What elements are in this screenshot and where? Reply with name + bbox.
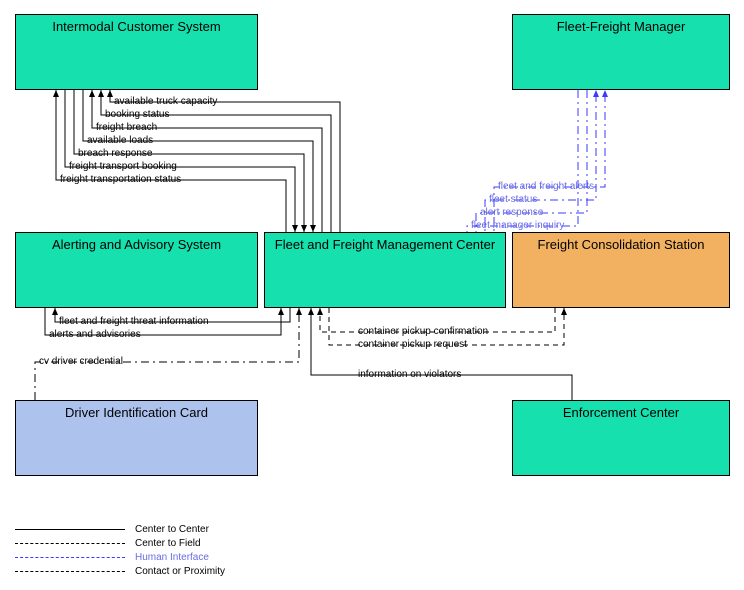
- node-driver-identification-card: Driver Identification Card: [15, 400, 258, 476]
- link-label-threat-info: fleet and freight threat information: [59, 316, 209, 327]
- node-label: Alerting and Advisory System: [52, 237, 221, 252]
- legend-line-dashdot-blue-icon: [15, 557, 125, 558]
- legend-label: Center to Center: [135, 524, 209, 535]
- node-label: Fleet and Freight Management Center: [275, 237, 495, 252]
- link-label-available-loads: available loads: [87, 135, 153, 146]
- legend-row-cp: Contact or Proximity: [15, 564, 225, 578]
- node-label: Enforcement Center: [563, 405, 679, 420]
- node-freight-consolidation-station: Freight Consolidation Station: [512, 232, 730, 308]
- legend-row-c2c: Center to Center: [15, 522, 225, 536]
- legend-label: Human Interface: [135, 552, 209, 563]
- link-label-fleet-status: fleet status: [489, 194, 537, 205]
- legend-line-dashed-icon: [15, 543, 125, 544]
- link-label-freight-breach: freight breach: [96, 122, 157, 133]
- link-label-violators: information on violators: [358, 369, 461, 380]
- link-label-alert-response: alert response: [480, 207, 543, 218]
- legend-label: Contact or Proximity: [135, 566, 225, 577]
- legend-line-dashdot-black-icon: [15, 571, 125, 572]
- node-label: Fleet-Freight Manager: [557, 19, 686, 34]
- link-label-pickup-request: container pickup request: [358, 339, 467, 350]
- link-label-pickup-confirm: container pickup confirmation: [358, 326, 488, 337]
- link-label-booking-status: booking status: [105, 109, 170, 120]
- node-label: Intermodal Customer System: [52, 19, 220, 34]
- node-fleet-freight-management-center: Fleet and Freight Management Center: [264, 232, 506, 308]
- link-label-transport-booking: freight transport booking: [69, 161, 177, 172]
- link-label-breach-response: breach response: [78, 148, 153, 159]
- node-enforcement-center: Enforcement Center: [512, 400, 730, 476]
- legend-row-hi: Human Interface: [15, 550, 225, 564]
- legend: Center to Center Center to Field Human I…: [15, 522, 225, 578]
- node-fleet-freight-manager: Fleet-Freight Manager: [512, 14, 730, 90]
- legend-line-solid-icon: [15, 529, 125, 530]
- link-label-manager-inquiry: fleet manager inquiry: [471, 220, 564, 231]
- node-intermodal-customer-system: Intermodal Customer System: [15, 14, 258, 90]
- link-label-transportation-status: freight transportation status: [60, 174, 181, 185]
- link-label-truck-capacity: available truck capacity: [114, 96, 217, 107]
- legend-row-c2f: Center to Field: [15, 536, 225, 550]
- node-alerting-advisory-system: Alerting and Advisory System: [15, 232, 258, 308]
- node-label: Freight Consolidation Station: [538, 237, 705, 252]
- link-label-alerts: alerts and advisories: [49, 329, 141, 340]
- link-label-cv-credential: cv driver credential: [39, 356, 123, 367]
- link-label-ff-alerts: fleet and freight alerts: [498, 181, 594, 192]
- node-label: Driver Identification Card: [65, 405, 208, 420]
- legend-label: Center to Field: [135, 538, 201, 549]
